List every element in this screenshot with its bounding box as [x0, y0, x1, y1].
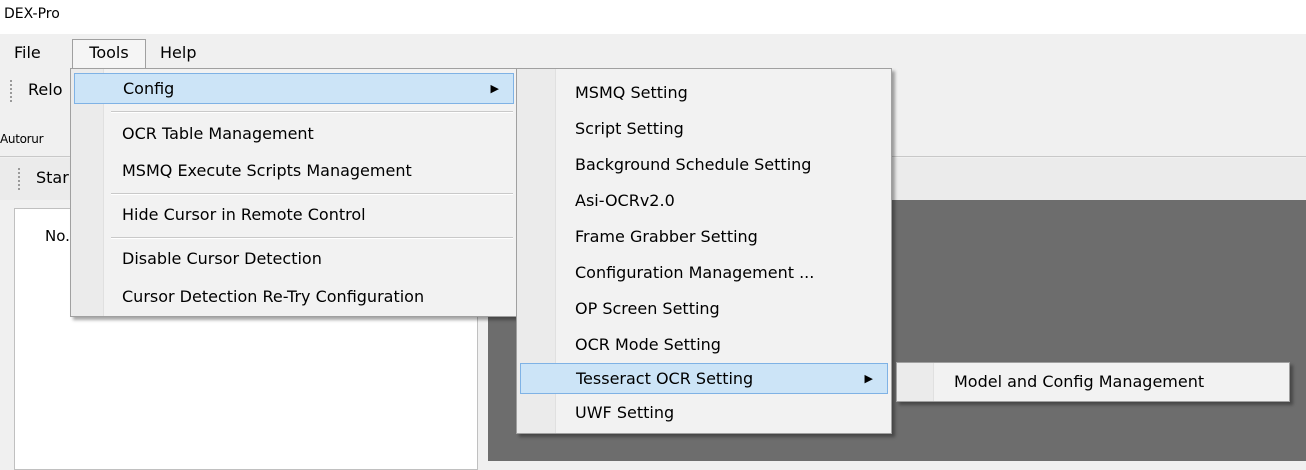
menu-help[interactable]: Help — [152, 40, 204, 66]
menu-item-tesseract-ocr[interactable]: Tesseract OCR Setting ▶ — [520, 363, 888, 394]
menu-item-label: Config — [123, 79, 175, 98]
toolstrip-grip-icon[interactable] — [18, 168, 22, 190]
toolbar-grip-icon[interactable] — [10, 80, 14, 102]
menu-tools[interactable]: Tools — [72, 39, 146, 69]
column-header-no[interactable]: No. — [45, 227, 70, 245]
menu-file[interactable]: File — [6, 40, 49, 66]
menu-item-config[interactable]: Config ▶ — [74, 73, 514, 104]
menu-separator — [111, 193, 513, 195]
menu-separator — [111, 237, 513, 239]
start-button[interactable]: Star — [36, 168, 69, 187]
menu-gutter — [71, 69, 104, 316]
menu-item-msmq-execute-scripts[interactable]: MSMQ Execute Scripts Management — [74, 155, 514, 186]
menu-item-model-config-management[interactable]: Model and Config Management — [900, 366, 1286, 397]
menu-item-cursor-detection-retry[interactable]: Cursor Detection Re-Try Configuration — [74, 281, 514, 312]
tab-autorun[interactable]: Autorur — [0, 132, 44, 146]
submenu-arrow-icon: ▶ — [490, 82, 499, 95]
menu-item-uwf-setting[interactable]: UWF Setting — [520, 397, 888, 428]
menu-item-label: Tesseract OCR Setting — [576, 369, 754, 388]
tools-menu: Config ▶ OCR Table Management MSMQ Execu… — [70, 68, 518, 317]
submenu-arrow-icon: ▶ — [864, 372, 873, 385]
menu-item-ocr-mode[interactable]: OCR Mode Setting — [520, 329, 888, 360]
app-title: DEX-Pro — [4, 6, 60, 22]
title-bar: DEX-Pro — [0, 0, 1306, 34]
menu-item-hide-cursor[interactable]: Hide Cursor in Remote Control — [74, 199, 514, 230]
menu-item-background-schedule[interactable]: Background Schedule Setting — [520, 149, 888, 180]
tesseract-submenu: Model and Config Management — [896, 362, 1290, 402]
menu-item-disable-cursor-detection[interactable]: Disable Cursor Detection — [74, 243, 514, 274]
menu-item-frame-grabber[interactable]: Frame Grabber Setting — [520, 221, 888, 252]
reload-button[interactable]: Relo — [28, 80, 62, 99]
menu-item-configuration-management[interactable]: Configuration Management ... — [520, 257, 888, 288]
config-submenu: MSMQ Setting Script Setting Background S… — [516, 68, 892, 434]
menu-item-asi-ocr[interactable]: Asi-OCRv2.0 — [520, 185, 888, 216]
menu-item-op-screen[interactable]: OP Screen Setting — [520, 293, 888, 324]
menu-separator — [111, 111, 513, 113]
menu-item-msmq-setting[interactable]: MSMQ Setting — [520, 77, 888, 108]
menu-item-script-setting[interactable]: Script Setting — [520, 113, 888, 144]
menu-item-ocr-table-management[interactable]: OCR Table Management — [74, 118, 514, 149]
menu-bar: File Tools Help — [0, 34, 1306, 69]
